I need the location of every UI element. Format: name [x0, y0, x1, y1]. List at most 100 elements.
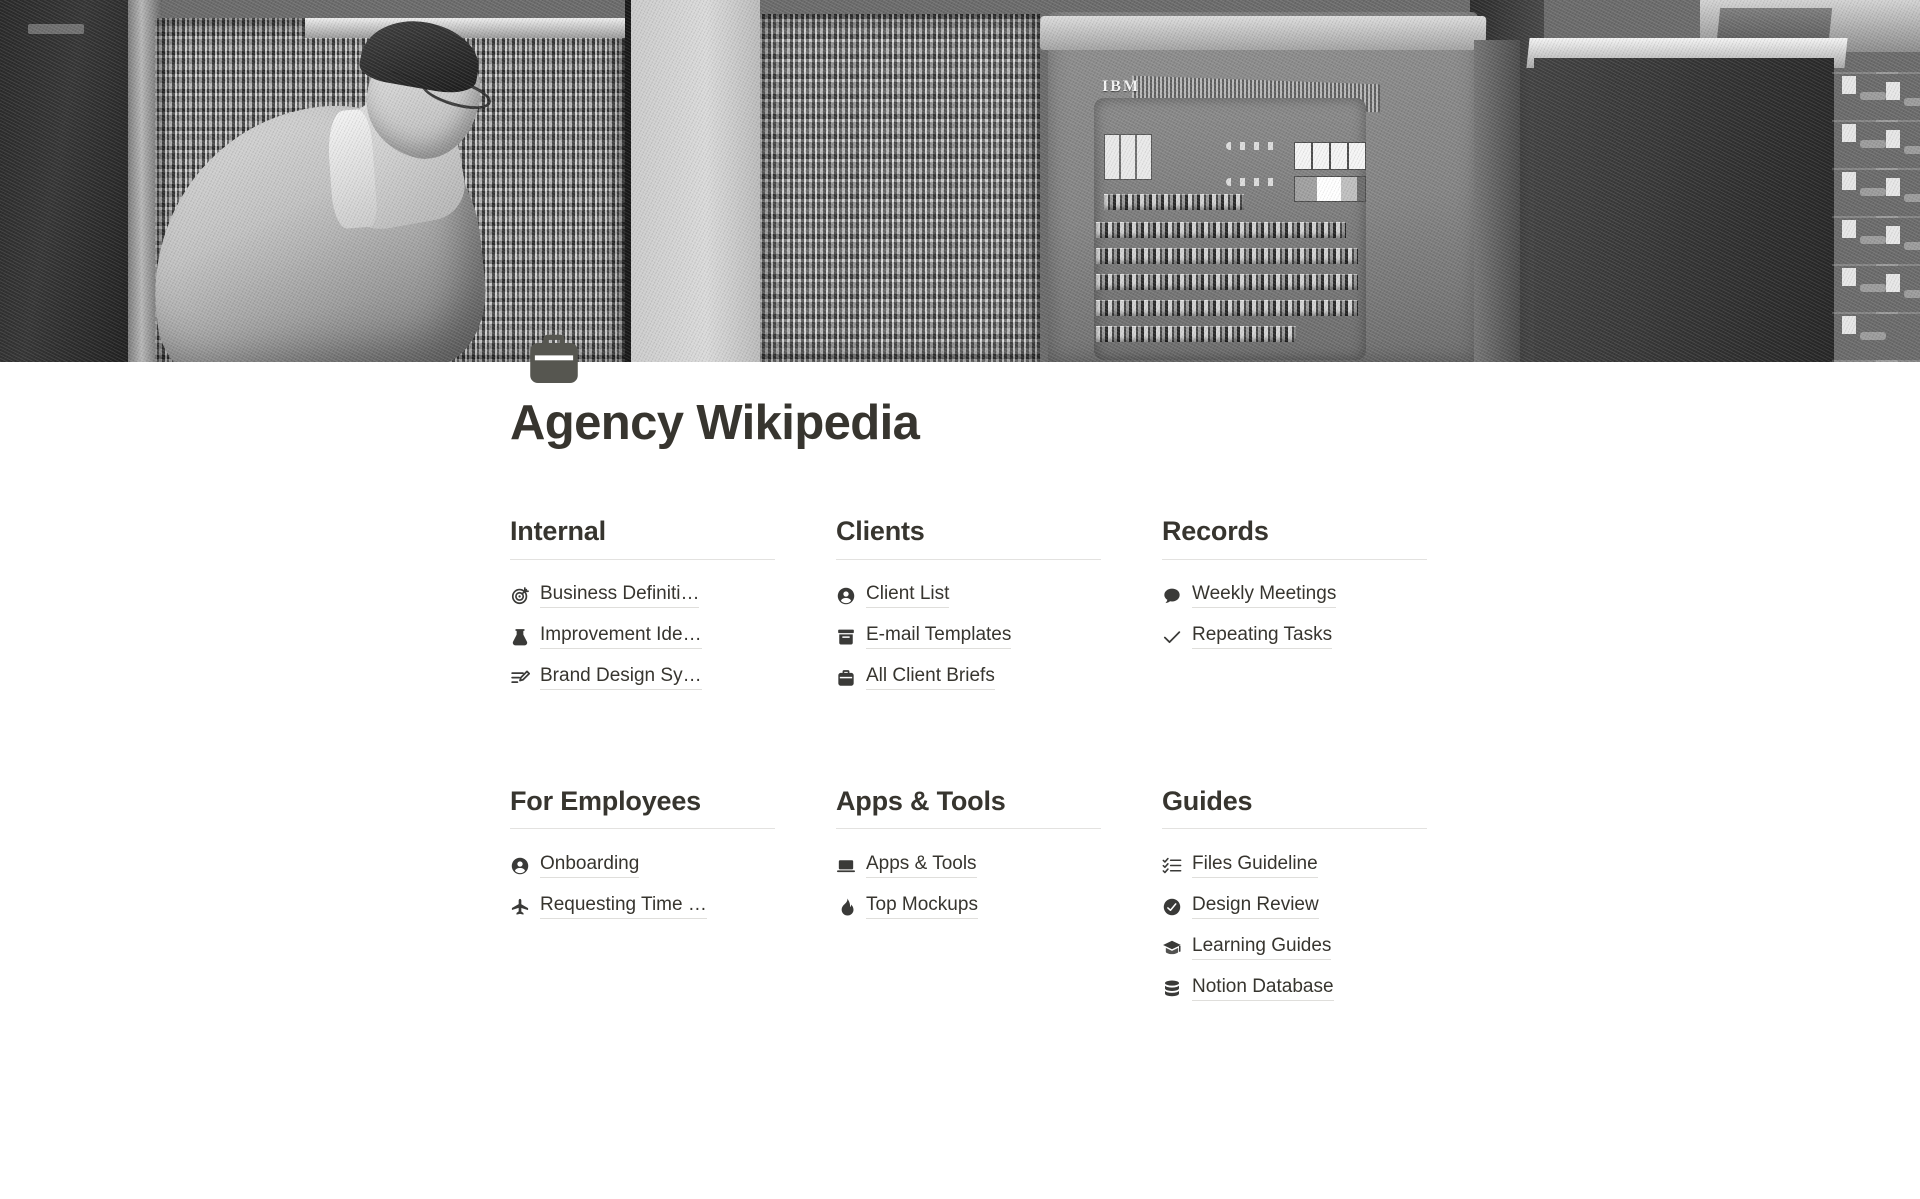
section-for-employees: For Employees Onboarding Requesting Time…	[510, 785, 836, 1010]
section-divider	[836, 828, 1101, 830]
cover-photo-scene: IBM	[0, 0, 1920, 362]
target-icon	[510, 586, 530, 606]
section-title: Records	[1162, 515, 1269, 546]
archive-box-icon	[836, 627, 856, 647]
cover-ibm-switch-row	[1096, 326, 1296, 342]
cover-ibm-button-block-2	[1294, 142, 1366, 170]
cover-ibm-control-face	[1094, 98, 1366, 360]
link-sections-row-1: Internal Business Definiti… Improvement …	[510, 515, 1530, 699]
list-item[interactable]: Client List	[836, 576, 1102, 617]
cover-ibm-switch-row	[1104, 194, 1244, 210]
link-label[interactable]: Requesting Time …	[540, 894, 707, 919]
list-item[interactable]: Apps & Tools	[836, 845, 1102, 886]
cover-ibm-console: IBM	[1039, 12, 1520, 362]
page-cover-image[interactable]: IBM	[0, 0, 1920, 362]
cover-ibm-console-top	[1039, 16, 1487, 50]
cover-bright-divider-panel	[625, 0, 760, 362]
list-item[interactable]: Notion Database	[1162, 968, 1428, 1009]
list-item[interactable]: Learning Guides	[1162, 927, 1428, 968]
section-link-list: Business Definiti… Improvement Ide… Bran…	[510, 576, 776, 699]
section-apps-tools: Apps & Tools Apps & Tools Top Mockups	[836, 785, 1162, 1010]
link-label[interactable]: Apps & Tools	[866, 853, 977, 878]
section-title: Clients	[836, 515, 925, 546]
laptop-icon	[836, 856, 856, 876]
link-label[interactable]: Weekly Meetings	[1192, 584, 1337, 609]
cover-ibm-switch-row	[1096, 248, 1358, 264]
section-title: Internal	[510, 515, 606, 546]
section-divider	[510, 558, 775, 560]
check-circle-icon	[1162, 897, 1182, 917]
section-divider	[1162, 828, 1427, 830]
graduation-cap-icon	[1162, 938, 1182, 958]
person-circle-icon	[836, 586, 856, 606]
list-item[interactable]: Business Definiti…	[510, 576, 776, 617]
section-divider	[1162, 558, 1427, 560]
airplane-icon	[510, 897, 530, 917]
cover-ibm-indicator-lamps-2	[1226, 178, 1280, 186]
section-link-list: Onboarding Requesting Time …	[510, 845, 776, 927]
cover-ibm-button-block	[1104, 134, 1152, 180]
person-circle-icon	[510, 856, 530, 876]
flask-icon	[510, 627, 530, 647]
cover-ibm-switch-row	[1096, 222, 1346, 238]
cover-ibm-console-side	[1474, 40, 1520, 362]
section-title: Guides	[1162, 785, 1253, 816]
cover-left-cabinet	[0, 0, 128, 362]
link-sections-row-2: For Employees Onboarding Requesting Time…	[510, 785, 1530, 1010]
cover-ibm-logo: IBM	[1102, 78, 1140, 95]
cover-ibm-indicator-lamps	[1226, 142, 1280, 150]
page-title[interactable]: Agency Wikipedia	[510, 396, 1530, 451]
check-icon	[1162, 627, 1182, 647]
briefcase-icon[interactable]	[523, 328, 585, 390]
link-label[interactable]: Improvement Ide…	[540, 625, 702, 650]
page-content: Agency Wikipedia Internal Business Defin…	[0, 362, 1920, 1009]
cover-ibm-switch-row	[1096, 274, 1358, 290]
section-title: Apps & Tools	[836, 785, 1006, 816]
link-label[interactable]: Notion Database	[1192, 976, 1334, 1001]
list-item[interactable]: Weekly Meetings	[1162, 576, 1428, 617]
flame-icon	[836, 897, 856, 917]
checklist-icon	[1162, 856, 1182, 876]
section-link-list: Client List E-mail Templates All Client …	[836, 576, 1102, 699]
notion-page: IBM Agency Wikipedia Internal Business D…	[0, 0, 1920, 1199]
link-label[interactable]: Top Mockups	[866, 894, 978, 919]
cover-filing-cabinet-front	[1534, 58, 1834, 362]
section-divider	[836, 558, 1101, 560]
link-label[interactable]: Design Review	[1192, 894, 1319, 919]
link-label[interactable]: Repeating Tasks	[1192, 625, 1333, 650]
section-internal: Internal Business Definiti… Improvement …	[510, 515, 836, 699]
section-divider	[510, 828, 775, 830]
speech-bubble-icon	[1162, 586, 1182, 606]
cover-wiring-panel-right	[760, 14, 1040, 362]
list-item[interactable]: Improvement Ide…	[510, 617, 776, 658]
section-link-list: Files Guideline Design Review Learning G…	[1162, 845, 1428, 1009]
section-records: Records Weekly Meetings Repeating Tasks	[1162, 515, 1488, 699]
link-label[interactable]: Onboarding	[540, 853, 640, 878]
cover-ibm-button-block-3	[1294, 176, 1366, 202]
link-label[interactable]: All Client Briefs	[866, 666, 995, 691]
edit-list-icon	[510, 668, 530, 688]
link-label[interactable]: E-mail Templates	[866, 625, 1012, 650]
link-label[interactable]: Brand Design Sy…	[540, 666, 702, 691]
section-guides: Guides Files Guideline Design Review Lea…	[1162, 785, 1488, 1010]
list-item[interactable]: E-mail Templates	[836, 617, 1102, 658]
briefcase-icon	[836, 668, 856, 688]
list-item[interactable]: All Client Briefs	[836, 658, 1102, 699]
list-item[interactable]: Brand Design Sy…	[510, 658, 776, 699]
list-item[interactable]: Files Guideline	[1162, 845, 1428, 886]
database-icon	[1162, 979, 1182, 999]
link-label[interactable]: Business Definiti…	[540, 584, 700, 609]
list-item[interactable]: Repeating Tasks	[1162, 617, 1428, 658]
section-clients: Clients Client List E-mail Templates All…	[836, 515, 1162, 699]
link-label[interactable]: Files Guideline	[1192, 853, 1318, 878]
list-item[interactable]: Top Mockups	[836, 886, 1102, 927]
list-item[interactable]: Requesting Time …	[510, 886, 776, 927]
section-link-list: Weekly Meetings Repeating Tasks	[1162, 576, 1428, 658]
cover-filing-cabinet-drawers	[1876, 62, 1920, 362]
list-item[interactable]: Design Review	[1162, 886, 1428, 927]
list-item[interactable]: Onboarding	[510, 845, 776, 886]
link-label[interactable]: Client List	[866, 584, 950, 609]
section-link-list: Apps & Tools Top Mockups	[836, 845, 1102, 927]
section-title: For Employees	[510, 785, 701, 816]
link-label[interactable]: Learning Guides	[1192, 935, 1332, 960]
